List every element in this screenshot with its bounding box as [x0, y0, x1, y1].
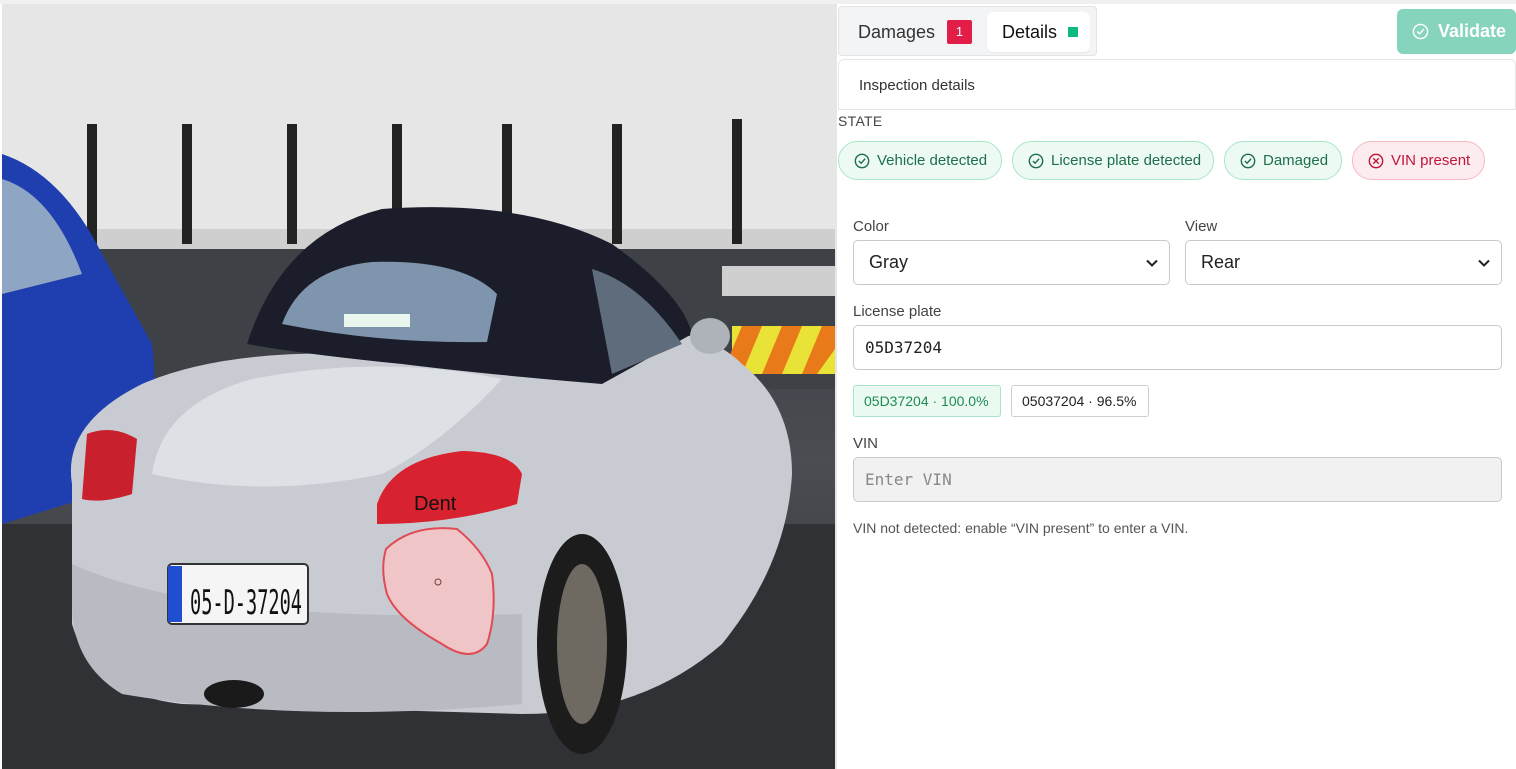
license-plate-value: 05D37204 [865, 338, 943, 357]
state-section-label: STATE [838, 113, 883, 129]
panel-divider [835, 4, 837, 769]
tab-damages-label: Damages [858, 21, 936, 42]
windshield-sticker [344, 314, 410, 327]
chip-label: Vehicle detected [877, 152, 988, 169]
vehicle-illustration: 05-D-37204 [2, 4, 835, 769]
chip-label: Damaged [1263, 152, 1329, 169]
tab-bar: Damages 1 Details [838, 6, 1097, 56]
license-plate-input[interactable]: 05D37204 [853, 325, 1502, 370]
chip-label: License plate detected [1051, 152, 1202, 169]
vin-placeholder: Enter VIN [865, 470, 952, 489]
chevron-down-icon [1146, 259, 1158, 267]
truck-rail [722, 266, 835, 296]
left-taillight [82, 430, 137, 501]
chip-damaged[interactable]: Damaged [1224, 141, 1342, 180]
license-plate-label: License plate [853, 303, 942, 320]
plate-number: 05-D-37204 [190, 583, 302, 623]
vin-label: VIN [853, 435, 879, 452]
check-circle-icon [854, 153, 870, 168]
plate-country-band [168, 566, 182, 622]
tab-details[interactable]: Details [987, 12, 1090, 52]
chip-vehicle-detected[interactable]: Vehicle detected [838, 141, 1002, 180]
color-select-value: Gray [869, 252, 909, 272]
tab-details-label: Details [1002, 21, 1058, 42]
check-circle-icon [1028, 153, 1044, 168]
validate-button[interactable]: Validate [1397, 9, 1516, 54]
view-label: View [1185, 218, 1218, 235]
chip-license-plate-detected[interactable]: License plate detected [1012, 141, 1214, 180]
chip-vin-present[interactable]: VIN present [1352, 141, 1485, 180]
side-mirror [690, 318, 730, 354]
details-status-indicator [1068, 27, 1079, 37]
view-select-value: Rear [1201, 252, 1241, 272]
suggestion-label: 05D37204 · 100.0% [864, 393, 989, 409]
exhaust-pipe [204, 680, 264, 708]
damages-count-badge: 1 [947, 20, 973, 44]
vin-hint: VIN not detected: enable “VIN present” t… [853, 520, 1189, 536]
color-label: Color [853, 218, 889, 235]
chevron-down-icon [1478, 259, 1490, 267]
inspection-card-header: Inspection details [838, 59, 1516, 110]
app-root: 05-D-37204 Dent Damages 1 Details Valida… [0, 0, 1516, 769]
card-title: Inspection details [859, 77, 975, 94]
check-circle-icon [1240, 153, 1256, 168]
check-circle-icon [1412, 23, 1429, 40]
wheel-rim [557, 564, 607, 724]
tab-damages[interactable]: Damages 1 [839, 12, 979, 52]
validate-label: Validate [1438, 21, 1507, 41]
chip-label: VIN present [1391, 152, 1471, 169]
plate-suggestion-alt[interactable]: 05037204 · 96.5% [1011, 385, 1149, 417]
vehicle-photo[interactable]: 05-D-37204 Dent [2, 4, 835, 769]
x-circle-icon [1368, 153, 1384, 168]
dent-label: Dent [414, 493, 457, 515]
color-select[interactable]: Gray [853, 240, 1170, 285]
plate-suggestion-best[interactable]: 05D37204 · 100.0% [853, 385, 1001, 417]
view-select[interactable]: Rear [1185, 240, 1502, 285]
vin-input[interactable]: Enter VIN [853, 457, 1502, 502]
suggestion-label: 05037204 · 96.5% [1022, 393, 1137, 409]
truck-tarp [2, 4, 835, 239]
